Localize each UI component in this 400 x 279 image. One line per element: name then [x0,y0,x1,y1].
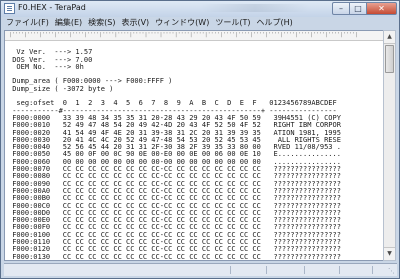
close-button[interactable]: ✕ [367,2,397,15]
menu-file[interactable]: ファイル(F) [4,17,51,29]
menu-bar: ファイル(F) 編集(E) 検索(S) 表示(V) ウィンドウ(W) ツール(T… [4,17,397,29]
menu-tools[interactable]: ツール(T) [213,17,252,29]
resize-grip-icon[interactable]: ⋱ [388,267,395,275]
status-divider [339,266,340,274]
status-divider [266,266,267,274]
scrollbar-thumb[interactable] [385,45,394,73]
minimize-button[interactable]: – [332,2,350,15]
menu-window[interactable]: ウィンドウ(W) [153,17,211,29]
window-controls: – □ ✕ [332,2,397,15]
menu-search[interactable]: 検索(S) [86,17,117,29]
status-divider [372,266,373,274]
minimize-icon: – [339,4,343,13]
window-title: F0.HEX - TeraPad [18,3,86,12]
editor-line[interactable]: F000:0130 CC CC CC CC CC CC CC CC-CC CC … [8,253,341,260]
notepad-icon[interactable] [4,3,15,14]
editor-line[interactable]: Dump_size ( -3072 byte ) [8,85,341,93]
maximize-icon: □ [354,4,362,13]
status-bar: ⋱ [4,263,397,276]
title-bar-reflection [201,4,309,12]
column-ruler: |''''|''''|''''|''''|''''|''''|''''|''''… [5,31,384,41]
scroll-down-icon[interactable]: ▼ [384,247,395,260]
vertical-scrollbar[interactable]: ▲ ▼ [383,30,396,261]
status-divider [230,266,231,274]
app-window: F0.HEX - TeraPad – □ ✕ ファイル(F) 編集(E) 検索(… [0,0,400,279]
menu-help[interactable]: ヘルプ(H) [254,17,294,29]
ruler-scale: |''''|''''|''''|''''|''''|''''|''''|''''… [9,32,359,38]
editor-line[interactable]: OEM No. ---> 0h [8,63,341,71]
status-divider [304,266,305,274]
close-icon: ✕ [378,4,385,13]
title-bar[interactable]: F0.HEX - TeraPad – □ ✕ [1,1,399,17]
menu-view[interactable]: 表示(V) [119,17,151,29]
scroll-up-icon[interactable]: ▲ [384,31,395,44]
text-editor[interactable]: |''''|''''|''''|''''|''''|''''|''''|''''… [4,30,385,261]
editor-content[interactable]: Vz Ver. ---> 1.57 DOS Ver. ---> 7.00 OEM… [8,42,341,260]
maximize-button[interactable]: □ [350,2,367,15]
menu-edit[interactable]: 編集(E) [53,17,84,29]
